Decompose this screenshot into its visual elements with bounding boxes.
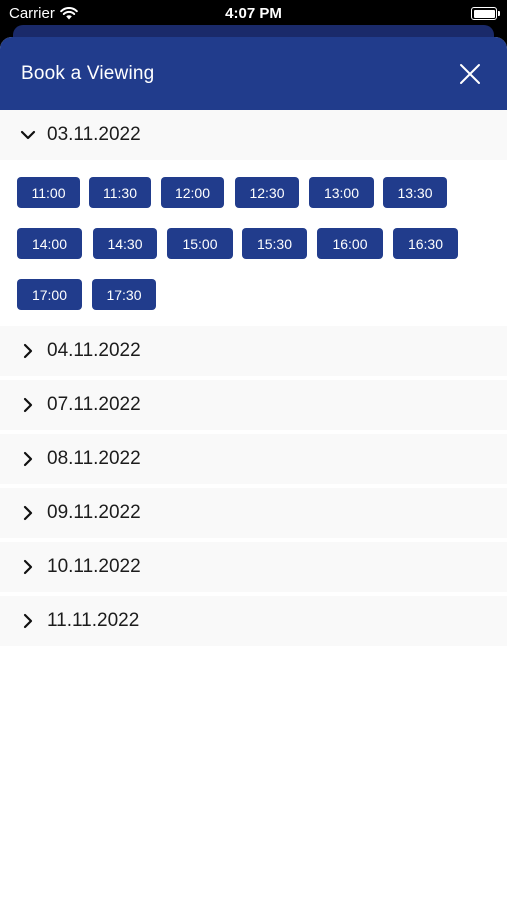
date-label: 11.11.2022 bbox=[47, 610, 140, 631]
collapsed-date-list: 04.11.2022 07.11.2022 08.11.2022 09.11.2022… bbox=[0, 326, 507, 650]
time-slot-button[interactable]: 13:00 bbox=[309, 177, 374, 208]
time-slot-button[interactable]: 14:00 bbox=[17, 228, 82, 259]
time-slot-button[interactable]: 15:30 bbox=[242, 228, 307, 259]
date-label: 10.11.2022 bbox=[47, 556, 141, 577]
status-bar: Carrier 4:07 PM bbox=[0, 0, 507, 28]
date-row[interactable]: 07.11.2022 bbox=[0, 380, 507, 434]
date-row[interactable]: 11.11.2022 bbox=[0, 596, 507, 650]
time-slot-button[interactable]: 11:00 bbox=[17, 177, 80, 208]
date-label: 08.11.2022 bbox=[47, 448, 141, 469]
time-slot-button[interactable]: 16:00 bbox=[317, 228, 383, 259]
time-slot-button[interactable]: 15:00 bbox=[167, 228, 233, 259]
page-title: Book a Viewing bbox=[21, 63, 155, 84]
time-slot-button[interactable]: 16:30 bbox=[393, 228, 458, 259]
date-row[interactable]: 08.11.2022 bbox=[0, 434, 507, 488]
date-label: 04.11.2022 bbox=[47, 340, 141, 361]
date-row[interactable]: 09.11.2022 bbox=[0, 488, 507, 542]
close-icon[interactable] bbox=[459, 63, 481, 85]
chevron-right-icon bbox=[23, 343, 33, 359]
time-slot-button[interactable]: 17:00 bbox=[17, 279, 82, 310]
battery-icon bbox=[471, 7, 500, 20]
sheet-header: Book a Viewing bbox=[0, 37, 507, 110]
time-slot-list: 11:00 11:30 12:00 12:30 13:00 13:30 14:00 14:30… bbox=[0, 164, 507, 326]
chevron-right-icon bbox=[23, 451, 33, 467]
time-slot-button[interactable]: 12:30 bbox=[235, 177, 299, 208]
time-slot-button[interactable]: 14:30 bbox=[93, 228, 157, 259]
chevron-down-icon bbox=[20, 130, 36, 140]
date-row[interactable]: 10.11.2022 bbox=[0, 542, 507, 596]
date-row[interactable]: 04.11.2022 bbox=[0, 326, 507, 380]
chevron-right-icon bbox=[23, 397, 33, 413]
date-row-expanded[interactable]: 03.11.2022 bbox=[0, 110, 507, 164]
status-time: 4:07 PM bbox=[225, 5, 282, 22]
date-label: 09.11.2022 bbox=[47, 502, 141, 523]
date-label: 07.11.2022 bbox=[47, 394, 141, 415]
date-label: 03.11.2022 bbox=[47, 124, 141, 145]
booking-sheet: Book a Viewing 03.11.2022 11:00 11:30 12:0… bbox=[0, 37, 507, 900]
time-slot-button[interactable]: 13:30 bbox=[383, 177, 447, 208]
time-slot-button[interactable]: 11:30 bbox=[89, 177, 151, 208]
time-slot-button[interactable]: 17:30 bbox=[92, 279, 156, 310]
chevron-right-icon bbox=[23, 559, 33, 575]
chevron-right-icon bbox=[23, 505, 33, 521]
chevron-right-icon bbox=[23, 613, 33, 629]
time-slot-button[interactable]: 12:00 bbox=[161, 177, 224, 208]
